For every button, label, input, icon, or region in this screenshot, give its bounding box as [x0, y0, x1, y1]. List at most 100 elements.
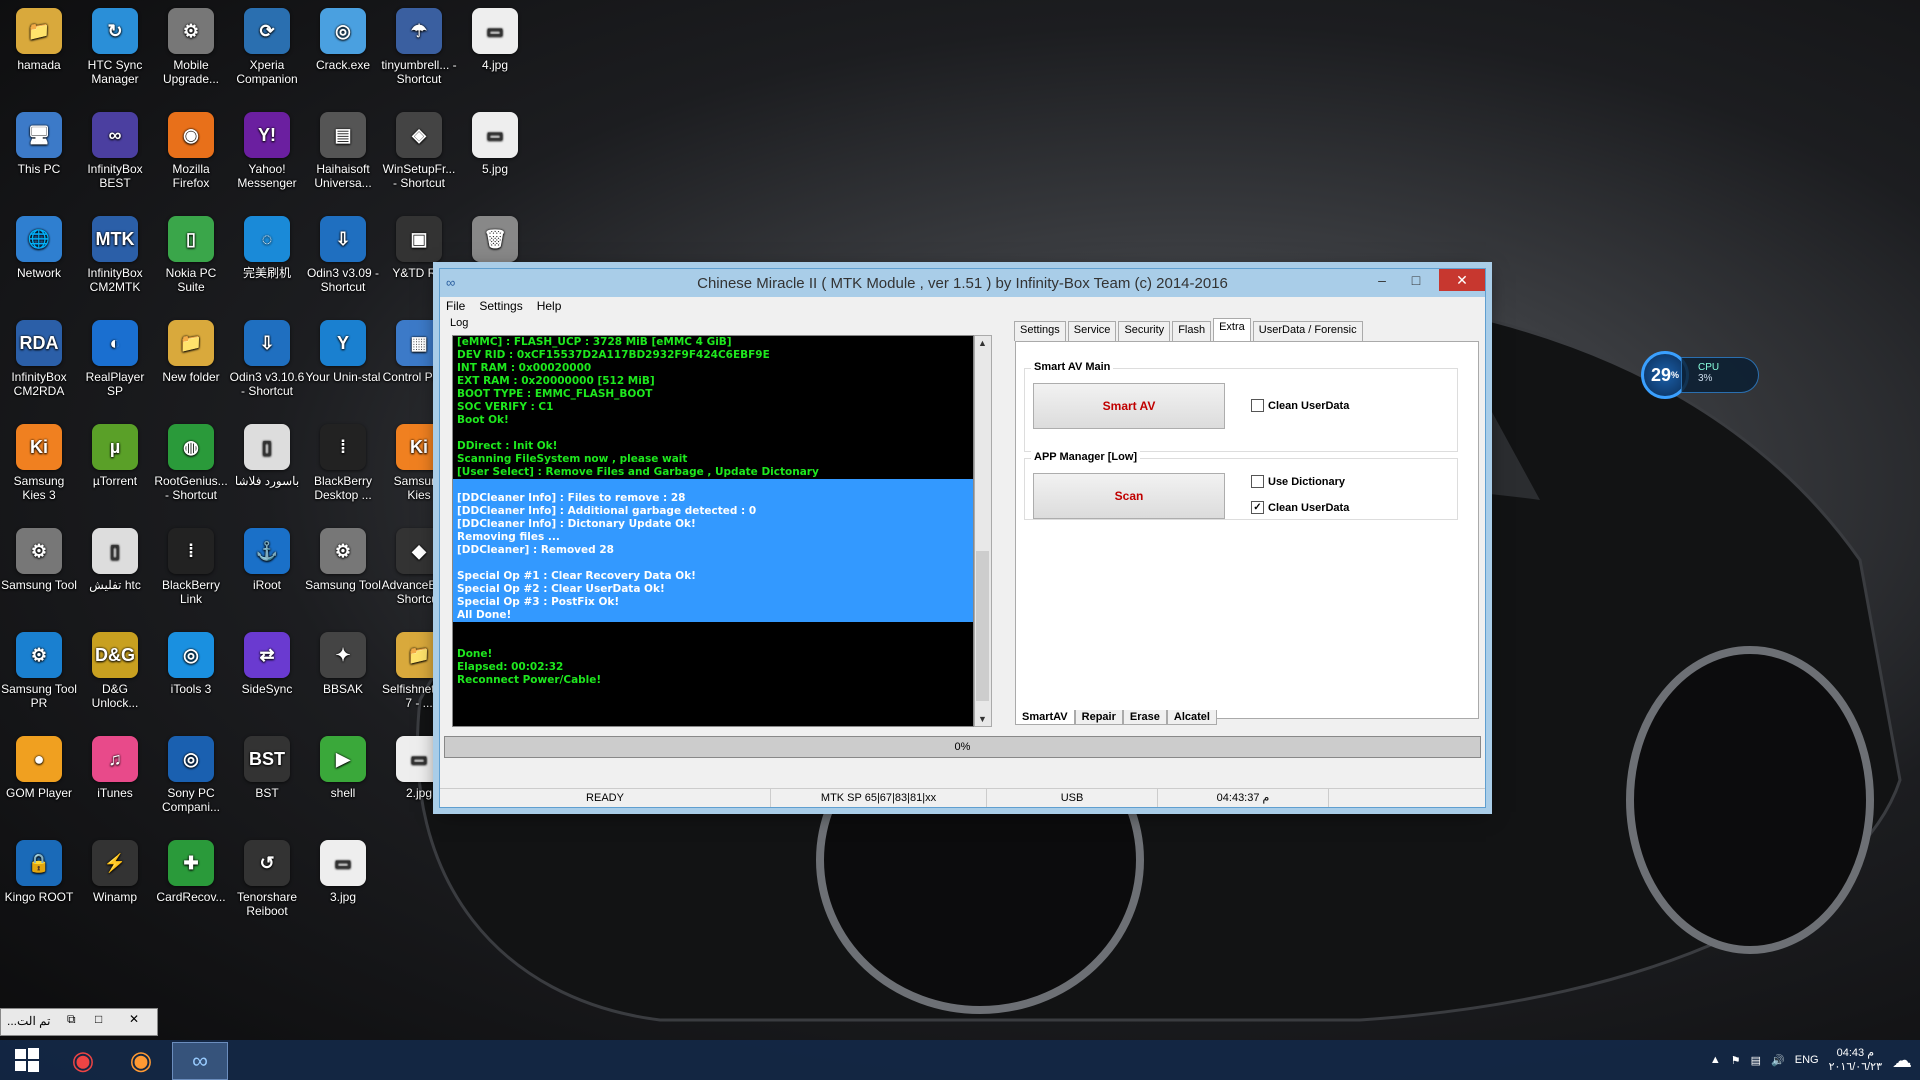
tab-settings[interactable]: Settings	[1014, 321, 1066, 341]
desktop-icon[interactable]: ♫ iTunes	[77, 730, 153, 800]
desktop-icon[interactable]: ☂ tinyumbrell... - Shortcut	[381, 2, 457, 86]
desktop-icon[interactable]: ▯ تفليش htc	[77, 522, 153, 592]
desktop-icon[interactable]: ⚙ Samsung Tool	[1, 522, 77, 592]
weather-cloud-icon[interactable]: ☁	[1892, 1048, 1912, 1073]
desktop-icon[interactable]: ▭ 3.jpg	[305, 834, 381, 904]
desktop-icon[interactable]: ● GOM Player	[1, 730, 77, 800]
desktop-icon[interactable]: 📁 hamada	[1, 2, 77, 72]
desktop-icon[interactable]: BST BST	[229, 730, 305, 800]
scroll-down-icon[interactable]: ▼	[978, 714, 987, 724]
desktop-icon[interactable]: ⚙ Samsung Tool	[305, 522, 381, 592]
scroll-thumb[interactable]	[976, 551, 989, 701]
desktop-icon[interactable]: RDA InfinityBox CM2RDA	[1, 314, 77, 398]
desktop-icon[interactable]: ▯ Nokia PC Suite	[153, 210, 229, 294]
cpu-meter-gadget[interactable]: 29% CPU 3%	[1641, 351, 1759, 399]
desktop-icon[interactable]: MTK InfinityBox CM2MTK	[77, 210, 153, 294]
desktop-icon[interactable]: 🌐 Network	[1, 210, 77, 280]
log-output[interactable]: [eMMC] : FLASH_UCP : 3728 MiB [eMMC 4 Gi…	[452, 335, 974, 727]
desktop-icon[interactable]: ◐ RealPlayer SP	[77, 314, 153, 398]
desktop-icon[interactable]: D&G D&G Unlock...	[77, 626, 153, 710]
tray-expand-icon[interactable]: ▲	[1710, 1054, 1721, 1066]
desktop-icon[interactable]: ⚡ Winamp	[77, 834, 153, 904]
desktop-icon[interactable]: ↺ Tenorshare Reiboot	[229, 834, 305, 918]
menu-settings[interactable]: Settings	[479, 299, 522, 317]
desktop-icon[interactable]: ▯ باسورد فلاشا	[229, 418, 305, 488]
tab-flash[interactable]: Flash	[1172, 321, 1212, 341]
desktop-icon[interactable]: ⚙ Samsung Tool PR	[1, 626, 77, 710]
clean-userdata-checkbox-1[interactable]: Clean UserData	[1251, 399, 1349, 412]
desktop-icon[interactable]: Y Your Unin-stal	[305, 314, 381, 384]
desktop-icon[interactable]: ▭ 4.jpg	[457, 2, 533, 72]
desktop-icon[interactable]: ⁞ BlackBerry Desktop ...	[305, 418, 381, 502]
desktop-icon[interactable]: ✚ CardRecov...	[153, 834, 229, 904]
desktop-icon[interactable]: ⟳ Xperia Companion	[229, 2, 305, 86]
desktop-icon[interactable]: ⇩ Odin3 v3.09 - Shortcut	[305, 210, 381, 294]
desktop-icon[interactable]: ◉ Mozilla Firefox	[153, 106, 229, 190]
desktop-icon[interactable]: ⚙ Mobile Upgrade...	[153, 2, 229, 86]
desktop-icon[interactable]: 🖥 This PC	[1, 106, 77, 176]
desktop-icon-label: Xperia Companion	[236, 58, 298, 86]
volume-icon[interactable]: 🔊	[1771, 1054, 1785, 1067]
clean-userdata-checkbox-2[interactable]: ✓ Clean UserData	[1251, 501, 1349, 514]
language-indicator[interactable]: ENG	[1795, 1054, 1819, 1066]
checkbox-icon[interactable]	[1251, 475, 1264, 488]
tab-extra[interactable]: Extra	[1213, 318, 1251, 341]
desktop-icon-label: CardRecov...	[156, 890, 226, 904]
desktop-icon[interactable]: ✦ BBSAK	[305, 626, 381, 696]
taskbar-firefox[interactable]: ◉	[114, 1042, 168, 1078]
menu-help[interactable]: Help	[537, 299, 562, 317]
tab-userdata-forensic[interactable]: UserData / Forensic	[1252, 321, 1363, 341]
desktop-icon[interactable]: ⚓ iRoot	[229, 522, 305, 592]
desktop-icon[interactable]: Ki Samsung Kies 3	[1, 418, 77, 502]
start-button[interactable]	[0, 1042, 54, 1078]
bottom-tab-smartav[interactable]: SmartAV	[1015, 710, 1075, 725]
maximize-button[interactable]: □	[1399, 269, 1433, 291]
close-button[interactable]: ✕	[1439, 269, 1485, 291]
smart-av-button[interactable]: Smart AV	[1033, 383, 1225, 429]
menu-file[interactable]: File	[446, 299, 465, 317]
desktop-icon[interactable]: ⇄ SideSync	[229, 626, 305, 696]
minimized-window[interactable]: ...تم الت ⧉ □ ✕	[0, 1008, 158, 1036]
log-scrollbar[interactable]: ▲ ▼	[974, 335, 992, 727]
tab-security[interactable]: Security	[1118, 321, 1171, 341]
tab-service[interactable]: Service	[1067, 321, 1117, 341]
bottom-tab-erase[interactable]: Erase	[1122, 710, 1167, 725]
action-center-flag-icon[interactable]: ⚑	[1731, 1054, 1741, 1067]
use-dictionary-checkbox[interactable]: Use Dictionary	[1251, 475, 1345, 488]
desktop-icon[interactable]: ⇩ Odin3 v3.10.6 - Shortcut	[229, 314, 305, 398]
desktop-icon-label: 5.jpg	[481, 162, 509, 176]
scroll-up-icon[interactable]: ▲	[978, 338, 987, 348]
bottom-tab-repair[interactable]: Repair	[1074, 710, 1123, 725]
scan-button[interactable]: Scan	[1033, 473, 1225, 519]
desktop-icon[interactable]: 📁 New folder	[153, 314, 229, 384]
close-icon[interactable]: ✕	[129, 1012, 139, 1026]
taskbar-cm2-mtk[interactable]: ∞	[172, 1042, 228, 1080]
taskbar-chrome[interactable]: ◉	[56, 1042, 110, 1078]
desktop-icon[interactable]: ◌ 完美刷机	[229, 210, 305, 280]
restore-icon[interactable]: ⧉	[67, 1012, 76, 1027]
desktop-icon[interactable]: ◍ RootGenius... - Shortcut	[153, 418, 229, 502]
desktop-icon[interactable]: ▤ Haihaisoft Universa...	[305, 106, 381, 190]
network-icon[interactable]: ▤	[1751, 1054, 1761, 1067]
desktop-icon[interactable]: ◎ Crack.exe	[305, 2, 381, 72]
minimize-button[interactable]: –	[1365, 269, 1399, 291]
bottom-tab-alcatel[interactable]: Alcatel	[1166, 710, 1217, 725]
desktop-icon[interactable]: ∞ InfinityBox BEST	[77, 106, 153, 190]
desktop-icon[interactable]: ▭ 5.jpg	[457, 106, 533, 176]
desktop-icon[interactable]: ⁞ BlackBerry Link	[153, 522, 229, 606]
desktop-icon-label: BlackBerry Link	[161, 578, 220, 606]
clean-userdata-label-1: Clean UserData	[1268, 399, 1350, 412]
desktop-icon[interactable]: ▶ shell	[305, 730, 381, 800]
checkbox-icon[interactable]: ✓	[1251, 501, 1264, 514]
maximize-icon[interactable]: □	[95, 1012, 102, 1026]
clock[interactable]: 04:43 م ٢٠١٦/٠٦/٢٣	[1829, 1046, 1882, 1074]
desktop-icon[interactable]: Y! Yahoo! Messenger	[229, 106, 305, 190]
desktop-icon[interactable]: 🔒 Kingo ROOT	[1, 834, 77, 904]
title-bar[interactable]: ∞ Chinese Miracle II ( MTK Module , ver …	[440, 269, 1485, 297]
desktop-icon[interactable]: ↻ HTC Sync Manager	[77, 2, 153, 86]
desktop-icon[interactable]: µ µTorrent	[77, 418, 153, 488]
checkbox-icon[interactable]	[1251, 399, 1264, 412]
desktop-icon[interactable]: ◈ WinSetupFr... - Shortcut	[381, 106, 457, 190]
desktop-icon[interactable]: ◎ iTools 3	[153, 626, 229, 696]
desktop-icon[interactable]: ◎ Sony PC Compani...	[153, 730, 229, 814]
